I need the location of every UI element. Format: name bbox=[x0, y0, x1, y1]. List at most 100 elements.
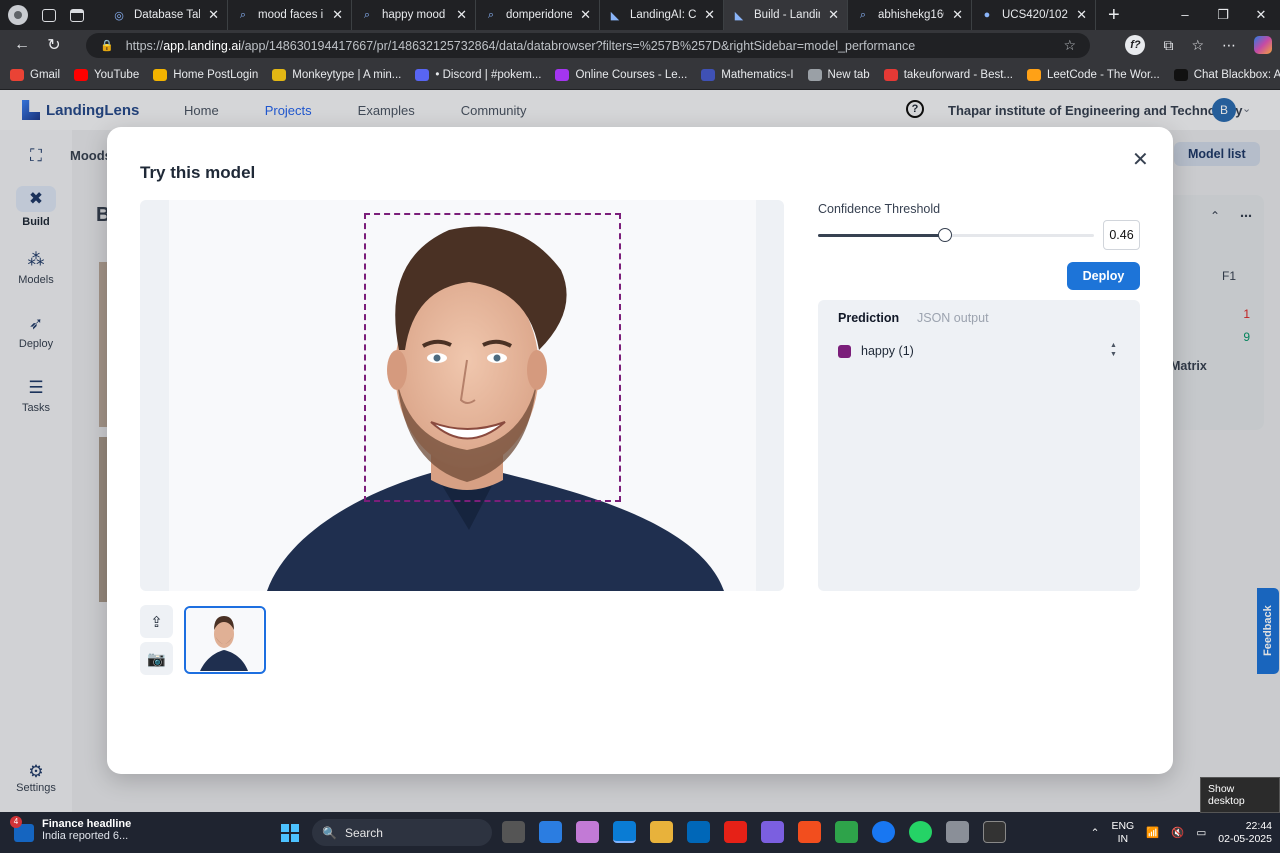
bookmark-favicon-icon bbox=[153, 68, 168, 81]
deploy-button[interactable]: Deploy bbox=[1067, 262, 1140, 290]
bookmark-item[interactable]: Online Courses - Le... bbox=[555, 68, 687, 81]
prediction-bounding-box[interactable] bbox=[364, 213, 621, 502]
search-icon: ⌕ bbox=[363, 8, 371, 21]
todo-icon[interactable] bbox=[539, 821, 562, 843]
taskbar-search[interactable]: 🔍 Search bbox=[312, 819, 492, 846]
class-color-swatch bbox=[838, 344, 851, 358]
battery-icon[interactable]: ▭ bbox=[1196, 827, 1206, 839]
bookmark-item[interactable]: takeuforward - Best... bbox=[883, 68, 1013, 81]
browser-tab[interactable]: ⌕ happy mood fac ✕ bbox=[352, 0, 476, 30]
favorite-star-icon[interactable]: ☆ bbox=[1063, 37, 1076, 54]
bookmark-label: New tab bbox=[827, 68, 870, 81]
start-button[interactable] bbox=[281, 824, 299, 842]
tab-prediction[interactable]: Prediction bbox=[838, 311, 899, 325]
bookmark-item[interactable]: Home PostLogin bbox=[153, 68, 258, 81]
news-widget[interactable]: 4 Finance headline India reported 6... bbox=[10, 816, 131, 842]
store-icon[interactable] bbox=[687, 821, 710, 843]
browser-tab[interactable]: ◣ Build - LandingA ✕ bbox=[724, 0, 848, 30]
browser-tab[interactable]: ● UCS420/102316 ✕ bbox=[972, 0, 1096, 30]
m365-icon[interactable] bbox=[761, 821, 784, 843]
browser-tab[interactable]: ⌕ domperidone tal ✕ bbox=[476, 0, 600, 30]
bookmark-favicon-icon bbox=[701, 68, 716, 81]
browser-tab[interactable]: ⌕ mood faces imag ✕ bbox=[228, 0, 352, 30]
bookmark-item[interactable]: Gmail bbox=[10, 68, 60, 81]
browser-tab[interactable]: ⌕ abhishekg160 - ✕ bbox=[848, 0, 972, 30]
db-icon: ◎ bbox=[114, 9, 124, 22]
bookmark-item[interactable]: Chat Blackbox: AI C... bbox=[1173, 68, 1280, 81]
volume-icon[interactable]: 🔇 bbox=[1171, 826, 1184, 839]
sort-arrows-icon[interactable]: ▲ ▼ bbox=[1110, 341, 1117, 359]
landing-icon: ◣ bbox=[610, 9, 620, 22]
extensions-icon[interactable]: ⧉ bbox=[1163, 37, 1173, 54]
close-tab-icon[interactable]: ✕ bbox=[828, 7, 839, 23]
camera-icon[interactable]: 📷 bbox=[140, 642, 173, 675]
reload-button[interactable]: ↻ bbox=[38, 35, 70, 55]
tab-title: LandingAI: Com bbox=[630, 9, 697, 21]
windows-taskbar: 4 Finance headline India reported 6... 🔍… bbox=[0, 812, 1280, 853]
close-icon[interactable]: ✕ bbox=[1132, 147, 1149, 172]
confidence-value-input[interactable]: 0.46 bbox=[1103, 220, 1140, 250]
language-indicator[interactable]: ENG IN bbox=[1111, 820, 1134, 846]
workspaces-icon[interactable] bbox=[42, 8, 56, 22]
new-tab-button[interactable]: + bbox=[1096, 4, 1132, 27]
close-tab-icon[interactable]: ✕ bbox=[456, 7, 467, 23]
upload-icon[interactable]: ⇪ bbox=[140, 605, 173, 638]
sheets-icon[interactable] bbox=[835, 821, 858, 843]
maximize-button[interactable]: ❐ bbox=[1204, 0, 1242, 30]
close-tab-icon[interactable]: ✕ bbox=[580, 7, 591, 23]
bookmark-favicon-icon bbox=[1027, 68, 1041, 81]
minimize-button[interactable]: – bbox=[1166, 0, 1204, 30]
bookmark-label: Chat Blackbox: AI C... bbox=[1193, 68, 1280, 81]
tab-json-output[interactable]: JSON output bbox=[917, 311, 989, 325]
file-explorer-icon[interactable] bbox=[650, 821, 673, 843]
close-tab-icon[interactable]: ✕ bbox=[332, 7, 343, 23]
search-icon: ⌕ bbox=[239, 8, 247, 21]
favorites-icon[interactable]: ☆ bbox=[1191, 37, 1204, 54]
settings-app-icon[interactable] bbox=[946, 821, 969, 843]
copilot-app-icon[interactable] bbox=[576, 821, 599, 843]
system-tray: ⌃ ENG IN 📶 🔇 ▭ 22:44 02-05-2025 bbox=[1091, 812, 1272, 853]
confidence-slider[interactable] bbox=[818, 228, 1094, 242]
task-view-icon[interactable] bbox=[502, 821, 525, 843]
bookmark-item[interactable]: • Discord | #pokem... bbox=[415, 68, 541, 81]
close-tab-icon[interactable]: ✕ bbox=[208, 7, 219, 23]
url-field[interactable]: 🔒 https://app.landing.ai/app/14863019441… bbox=[86, 33, 1090, 58]
prediction-item[interactable]: happy (1) bbox=[838, 344, 914, 358]
browser-tab[interactable]: ◣ LandingAI: Com ✕ bbox=[600, 0, 724, 30]
bookmark-label: takeuforward - Best... bbox=[903, 68, 1013, 81]
slider-handle[interactable] bbox=[937, 228, 952, 242]
lang-secondary: IN bbox=[1117, 832, 1129, 845]
bookmark-label: YouTube bbox=[94, 68, 140, 81]
more-menu-icon[interactable]: ⋯ bbox=[1222, 37, 1236, 54]
extension-fx-icon[interactable]: f? bbox=[1125, 35, 1146, 55]
image-thumbnail[interactable] bbox=[184, 606, 266, 674]
bookmark-item[interactable]: LeetCode - The Wor... bbox=[1027, 68, 1160, 81]
brave-icon[interactable] bbox=[798, 821, 821, 843]
search-label: Search bbox=[344, 825, 383, 840]
facebook-icon[interactable] bbox=[872, 821, 895, 843]
clock[interactable]: 22:44 02-05-2025 bbox=[1218, 820, 1272, 846]
tab-actions-icon[interactable] bbox=[70, 8, 84, 22]
bookmark-item[interactable]: Mathematics-I bbox=[701, 68, 794, 81]
close-window-button[interactable]: ✕ bbox=[1242, 0, 1280, 30]
close-tab-icon[interactable]: ✕ bbox=[952, 7, 963, 23]
close-tab-icon[interactable]: ✕ bbox=[1076, 7, 1087, 23]
whatsapp-icon[interactable] bbox=[909, 821, 932, 843]
copilot-icon[interactable] bbox=[1254, 36, 1272, 54]
dialog-title: Try this model bbox=[140, 163, 256, 182]
bookmark-item[interactable]: New tab bbox=[807, 68, 870, 81]
bookmark-item[interactable]: Monkeytype | A min... bbox=[272, 68, 401, 81]
prediction-panel: Prediction JSON output happy (1) ▲ ▼ bbox=[818, 300, 1140, 591]
news-subtitle: India reported 6... bbox=[42, 830, 129, 842]
profile-icon[interactable] bbox=[8, 5, 28, 25]
terminal-icon[interactable] bbox=[983, 821, 1006, 843]
close-tab-icon[interactable]: ✕ bbox=[704, 7, 715, 23]
wifi-icon[interactable]: 📶 bbox=[1146, 826, 1159, 839]
back-button[interactable]: ← bbox=[6, 36, 38, 54]
edge-icon[interactable] bbox=[613, 821, 636, 843]
browser-tab[interactable]: ◎ Database Table F ✕ bbox=[104, 0, 228, 30]
youtube-icon[interactable] bbox=[724, 821, 747, 843]
bookmark-item[interactable]: YouTube bbox=[74, 68, 140, 81]
chevron-up-icon[interactable]: ⌃ bbox=[1091, 827, 1100, 839]
date: 02-05-2025 bbox=[1218, 832, 1272, 845]
